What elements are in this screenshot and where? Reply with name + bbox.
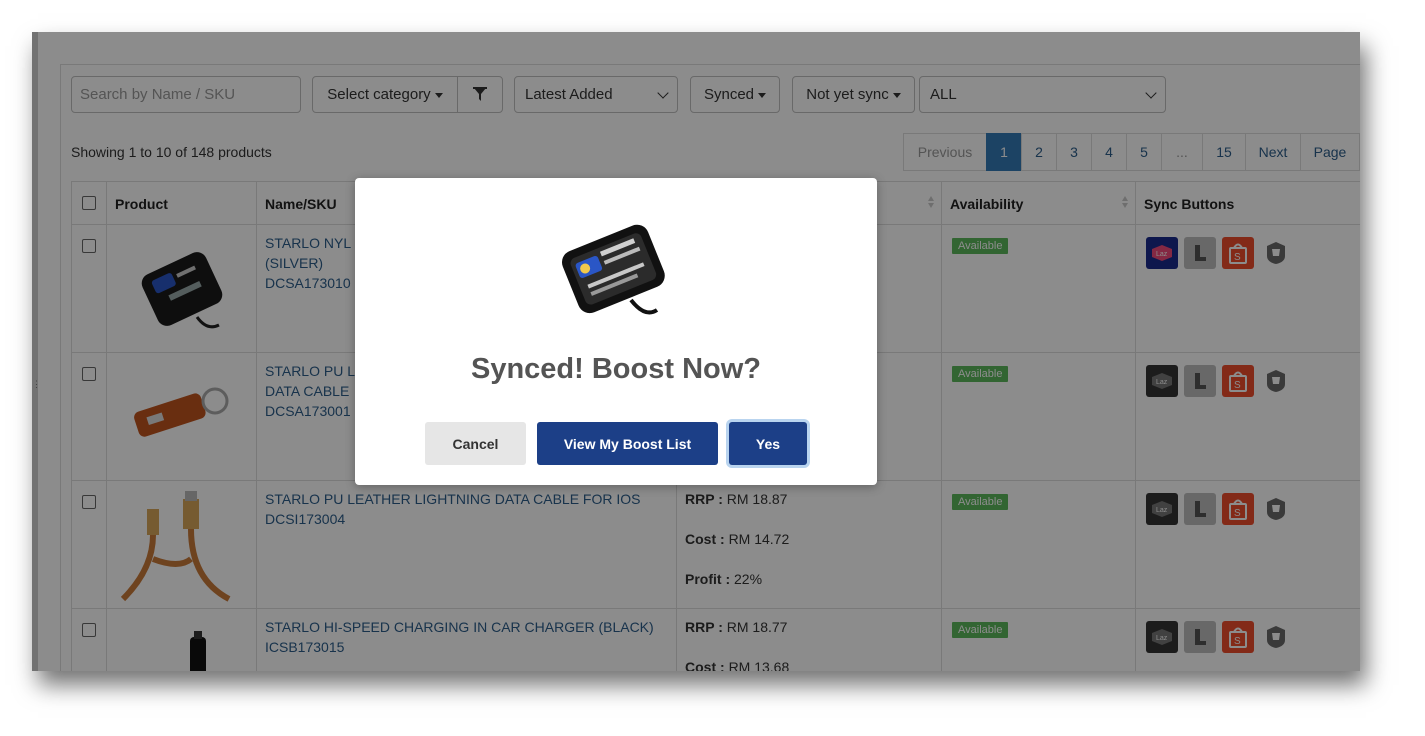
boost-dialog: Synced! Boost Now? Cancel View My Boost … (355, 178, 877, 485)
product-thumbnail (561, 224, 665, 315)
dialog-title: Synced! Boost Now? (470, 353, 761, 385)
app-window: ⋮ Select category Latest Added Synced No… (32, 32, 1360, 671)
yes-button[interactable]: Yes (729, 422, 807, 465)
view-boost-list-button[interactable]: View My Boost List (537, 422, 718, 465)
cancel-button[interactable]: Cancel (425, 422, 526, 465)
